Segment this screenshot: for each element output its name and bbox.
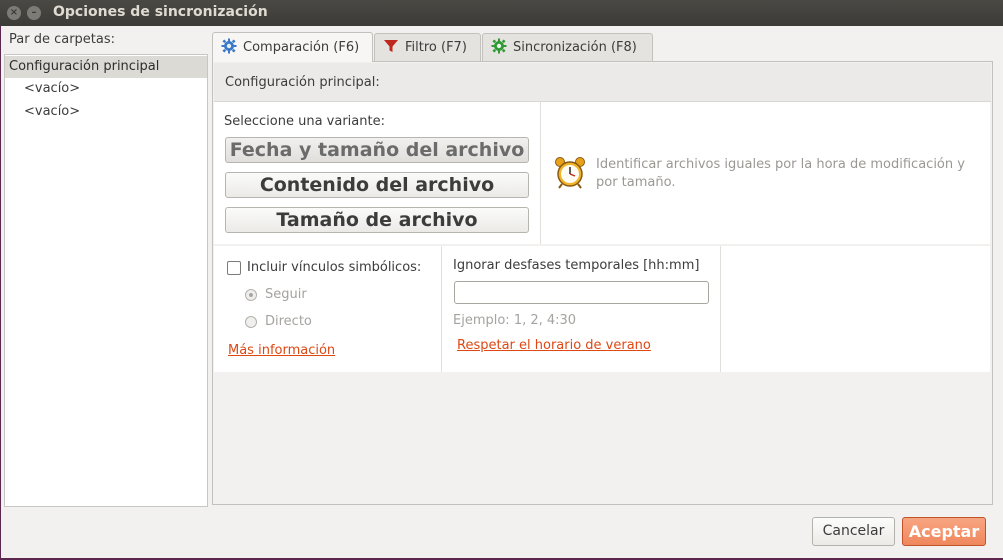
divider bbox=[540, 102, 541, 244]
follow-radio[interactable] bbox=[245, 289, 257, 301]
title-bar: × – Opciones de sincronización bbox=[0, 0, 1003, 26]
folder-pair-item[interactable]: <vacío> bbox=[24, 101, 80, 123]
direct-radio-label: Directo bbox=[265, 314, 312, 329]
tab-label: Sincronización (F8) bbox=[513, 40, 637, 55]
variant-size-button[interactable]: Tamaño de archivo bbox=[225, 207, 529, 233]
tab-comparison[interactable]: Comparación (F6) bbox=[212, 32, 373, 62]
folder-pair-item[interactable]: <vacío> bbox=[24, 78, 80, 100]
window-edge bbox=[0, 26, 1, 560]
time-shift-example: Ejemplo: 1, 2, 4:30 bbox=[453, 313, 577, 328]
gear-icon bbox=[221, 38, 237, 58]
follow-radio-label: Seguir bbox=[265, 287, 307, 302]
tab-label: Filtro (F7) bbox=[405, 40, 467, 55]
time-shift-label: Ignorar desfases temporales [hh:mm] bbox=[453, 258, 700, 273]
config-title: Configuración principal: bbox=[225, 75, 380, 90]
tab-filter[interactable]: Filtro (F7) bbox=[374, 33, 481, 61]
variant-content-button[interactable]: Contenido del archivo bbox=[225, 172, 529, 198]
alarm-clock-icon bbox=[554, 156, 586, 190]
variant-description: Identificar archivos iguales por la hora… bbox=[596, 157, 965, 190]
variant-time-size-button[interactable]: Fecha y tamaño del archivo bbox=[225, 137, 529, 163]
cancel-button[interactable]: Cancelar bbox=[812, 517, 895, 546]
time-shift-input[interactable] bbox=[454, 281, 709, 304]
divider bbox=[441, 246, 442, 372]
folder-pair-item[interactable]: Configuración principal bbox=[5, 56, 207, 78]
include-symlinks-label: Incluir vínculos simbólicos: bbox=[247, 260, 422, 275]
folder-pairs-list[interactable]: Configuración principal <vacío> <vacío> bbox=[4, 54, 208, 507]
direct-radio[interactable] bbox=[245, 316, 257, 328]
close-icon[interactable]: × bbox=[7, 6, 21, 20]
dst-link[interactable]: Respetar el horario de verano bbox=[457, 338, 651, 353]
minimize-icon[interactable]: – bbox=[27, 6, 41, 20]
config-header: Configuración principal: bbox=[214, 63, 991, 102]
variant-label: Seleccione una variante: bbox=[224, 114, 385, 129]
window-title: Opciones de sincronización bbox=[53, 4, 268, 20]
tab-synchronization[interactable]: Sincronización (F8) bbox=[482, 33, 653, 61]
divider bbox=[720, 246, 721, 372]
include-symlinks-checkbox[interactable] bbox=[227, 261, 241, 275]
ok-button[interactable]: Aceptar bbox=[902, 517, 986, 546]
sync-gear-icon bbox=[491, 38, 507, 58]
filter-icon bbox=[383, 38, 399, 58]
tab-label: Comparación (F6) bbox=[243, 40, 360, 55]
more-info-link[interactable]: Más información bbox=[228, 343, 335, 358]
folder-pairs-label: Par de carpetas: bbox=[9, 32, 116, 47]
